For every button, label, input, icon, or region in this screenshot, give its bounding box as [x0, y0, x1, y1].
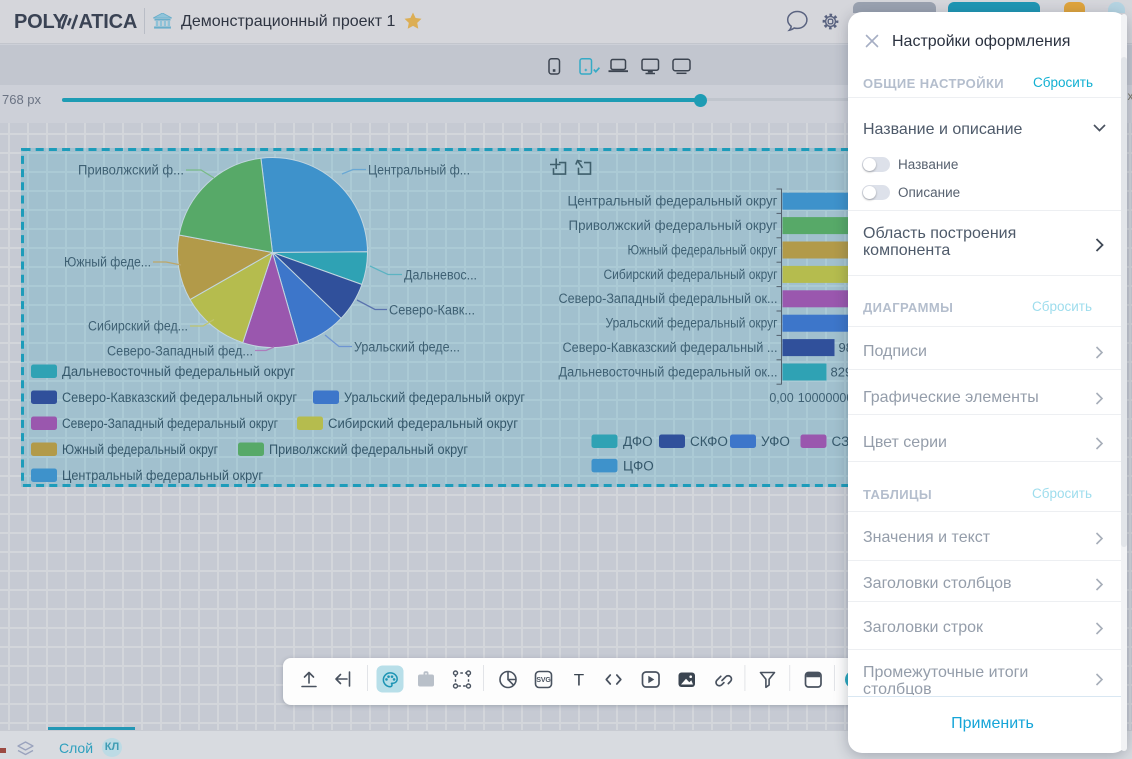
- svg-text:Дальневос...: Дальневос...: [404, 268, 477, 283]
- svg-text:Южный феде...: Южный феде...: [64, 255, 151, 270]
- svg-text:СКФО: СКФО: [690, 434, 728, 449]
- svg-text:Уральский федеральный округ: Уральский федеральный округ: [344, 390, 525, 405]
- svg-text:Центральный федеральный округ: Центральный федеральный округ: [62, 468, 263, 483]
- svg-text:Сибирский фед...: Сибирский фед...: [88, 319, 188, 334]
- svg-text:ДФО: ДФО: [623, 434, 653, 449]
- svg-text:Центральный федеральный округ: Центральный федеральный округ: [568, 194, 778, 209]
- svg-text:Приволжский федеральный округ: Приволжский федеральный округ: [569, 218, 778, 233]
- svg-text:SVG: SVG: [536, 677, 551, 684]
- svg-text:8290864,00: 8290864,00: [831, 364, 849, 379]
- svg-text:Северо-Западный федеральный ок: Северо-Западный федеральный округ: [62, 416, 278, 431]
- svg-text:СЗФО: СЗФО: [832, 434, 849, 449]
- svg-text:Северо-Западный федеральный ок: Северо-Западный федеральный ок...: [559, 291, 778, 306]
- svg-text:Уральский федеральный округ: Уральский федеральный округ: [606, 316, 778, 331]
- svg-text:ЦФО: ЦФО: [623, 459, 654, 474]
- svg-text:Южный федеральный округ: Южный федеральный округ: [62, 442, 218, 457]
- svg-text:Приволжский ф...: Приволжский ф...: [78, 163, 184, 178]
- svg-text:Центральный ф...: Центральный ф...: [368, 163, 470, 178]
- svg-text:Южный федеральный округ: Южный федеральный округ: [628, 242, 778, 257]
- svg-text:Северо-Кавказский федеральный: Северо-Кавказский федеральный ...: [563, 340, 778, 355]
- svg-text:Уральский феде...: Уральский феде...: [354, 340, 460, 355]
- svg-text:Северо-Кавказский федеральный: Северо-Кавказский федеральный округ: [62, 390, 297, 405]
- svg-text:Северо-Западный фед...: Северо-Западный фед...: [107, 344, 253, 359]
- svg-text:10000000,00: 10000000,00: [798, 391, 848, 405]
- svg-text:УФО: УФО: [761, 434, 790, 449]
- svg-text:Сибирский федеральный округ: Сибирский федеральный округ: [604, 267, 778, 282]
- svg-text:0,00: 0,00: [769, 391, 793, 405]
- svg-text:Приволжский федеральный округ: Приволжский федеральный округ: [269, 442, 468, 457]
- svg-text:Дальневосточный федеральный ок: Дальневосточный федеральный округ: [62, 364, 295, 379]
- svg-text:Сибирский федеральный округ: Сибирский федеральный округ: [328, 416, 518, 431]
- svg-text:Дальневосточный федеральный ок: Дальневосточный федеральный ок...: [559, 364, 778, 379]
- svg-text:9866748,00: 9866748,00: [839, 340, 849, 355]
- svg-text:T: T: [574, 671, 584, 690]
- svg-text:Северо-Кавк...: Северо-Кавк...: [389, 303, 475, 318]
